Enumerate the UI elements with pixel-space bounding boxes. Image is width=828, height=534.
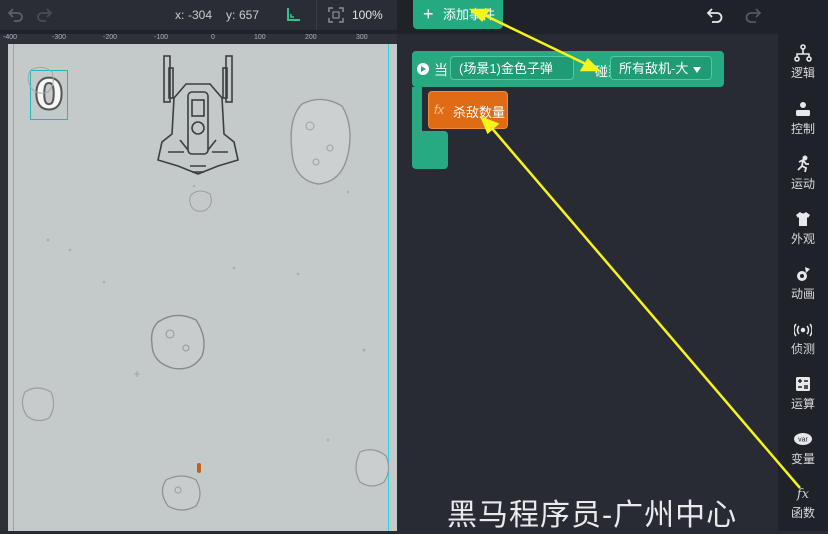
category-label: 运算	[790, 397, 815, 411]
category-functions[interactable]: fx 函数	[778, 480, 828, 530]
category-label: 动画	[790, 287, 815, 301]
event-block-foot	[412, 131, 448, 169]
gold-bullet-sprite[interactable]	[196, 462, 202, 474]
var-icon: var	[794, 433, 812, 445]
x-coordinate-label: x:	[175, 8, 185, 22]
x-coordinate-value: -304	[188, 8, 213, 22]
game-stage[interactable]: 0	[8, 44, 397, 531]
stage-panel: x: -304 y: 657 100% -400 -300 -200 -100 …	[0, 0, 397, 531]
ruler-tick: -300	[52, 34, 67, 41]
watermark: 黑马程序员-广州中心	[447, 498, 738, 533]
category-animation[interactable]: 动画	[778, 261, 828, 311]
ruler-tick: -400	[3, 34, 18, 41]
category-motion[interactable]: 运动	[778, 151, 828, 201]
shirt-icon	[796, 212, 810, 226]
category-sensing[interactable]: 侦测	[778, 316, 828, 366]
plus-icon: +	[423, 4, 434, 24]
fx-icon: fx	[434, 102, 445, 117]
category-label: 函数	[790, 506, 815, 520]
category-control[interactable]: 控制	[778, 96, 828, 146]
running-figure-icon	[797, 155, 809, 173]
ruler-tick: 0	[211, 34, 215, 41]
svg-text:var: var	[798, 437, 808, 444]
logic-icon	[794, 44, 812, 62]
fit-screen-icon[interactable]	[327, 6, 345, 24]
category-label: 逻辑	[790, 66, 815, 80]
category-label: 变量	[790, 452, 815, 466]
target-dropdown-value: 所有敌机-大	[619, 61, 689, 76]
sprite-dropdown-value: (场景1)金色子弹	[459, 61, 553, 76]
sprite-dropdown[interactable]: (场景1)金色子弹	[450, 56, 574, 97]
calculator-icon	[796, 377, 810, 391]
category-label: 侦测	[790, 342, 815, 356]
category-variables[interactable]: var 变量	[778, 426, 828, 476]
category-label: 外观	[790, 232, 815, 246]
category-label: 控制	[790, 122, 815, 136]
add-event-label: 添加事件	[443, 7, 496, 22]
stage-toolbar: x: -304 y: 657 100%	[0, 0, 397, 30]
code-panel: + 添加事件 当 (场景1)金色子弹 碰到 所有敌机-大 fx 杀敌数量	[397, 0, 778, 531]
zoom-level[interactable]: 100%	[352, 8, 383, 22]
event-block-arm	[412, 87, 422, 131]
sensor-icon	[794, 323, 812, 337]
category-logic[interactable]: 逻辑	[778, 40, 828, 90]
horizontal-ruler: -400 -300 -200 -100 0 100 200 300	[0, 34, 397, 44]
fx-icon: fx	[796, 487, 810, 502]
collision-event-block[interactable]: 当 (场景1)金色子弹 碰到 所有敌机-大	[412, 51, 724, 97]
target-dropdown[interactable]: 所有敌机-大	[610, 56, 712, 80]
play-icon	[417, 63, 429, 75]
function-call-block[interactable]: fx 杀敌数量	[428, 91, 508, 129]
undo-icon[interactable]	[704, 5, 724, 25]
block-category-sidebar: 逻辑 控制 运动 外观 动画 侦测 运算 var 变量 fx 函数	[778, 0, 828, 531]
animation-icon	[797, 267, 810, 281]
vertical-ruler	[0, 44, 8, 531]
ruler-tick: -200	[103, 34, 118, 41]
svg-text:fx: fx	[796, 487, 810, 502]
code-topbar: + 添加事件	[397, 0, 778, 34]
add-event-button[interactable]: + 添加事件	[413, 0, 503, 29]
undo-icon[interactable]	[6, 6, 24, 24]
stage-debris	[46, 184, 366, 442]
redo-icon[interactable]	[36, 6, 54, 24]
category-operators[interactable]: 运算	[778, 371, 828, 421]
ruler-tick: 100	[254, 34, 266, 41]
y-coordinate-label: y:	[226, 8, 236, 22]
ruler-tick: 200	[305, 34, 317, 41]
coordinate-axis-icon[interactable]	[284, 6, 302, 24]
control-icon	[796, 102, 810, 116]
y-coordinate-value: 657	[239, 8, 260, 22]
chevron-down-icon	[693, 66, 702, 73]
redo-icon[interactable]	[744, 5, 764, 25]
ruler-tick: 300	[356, 34, 368, 41]
category-label: 运动	[790, 177, 815, 191]
when-label: 当	[434, 62, 448, 78]
category-looks[interactable]: 外观	[778, 206, 828, 256]
function-name: 杀敌数量	[453, 105, 506, 120]
toolbar-divider	[316, 0, 317, 30]
ruler-tick: -100	[154, 34, 169, 41]
